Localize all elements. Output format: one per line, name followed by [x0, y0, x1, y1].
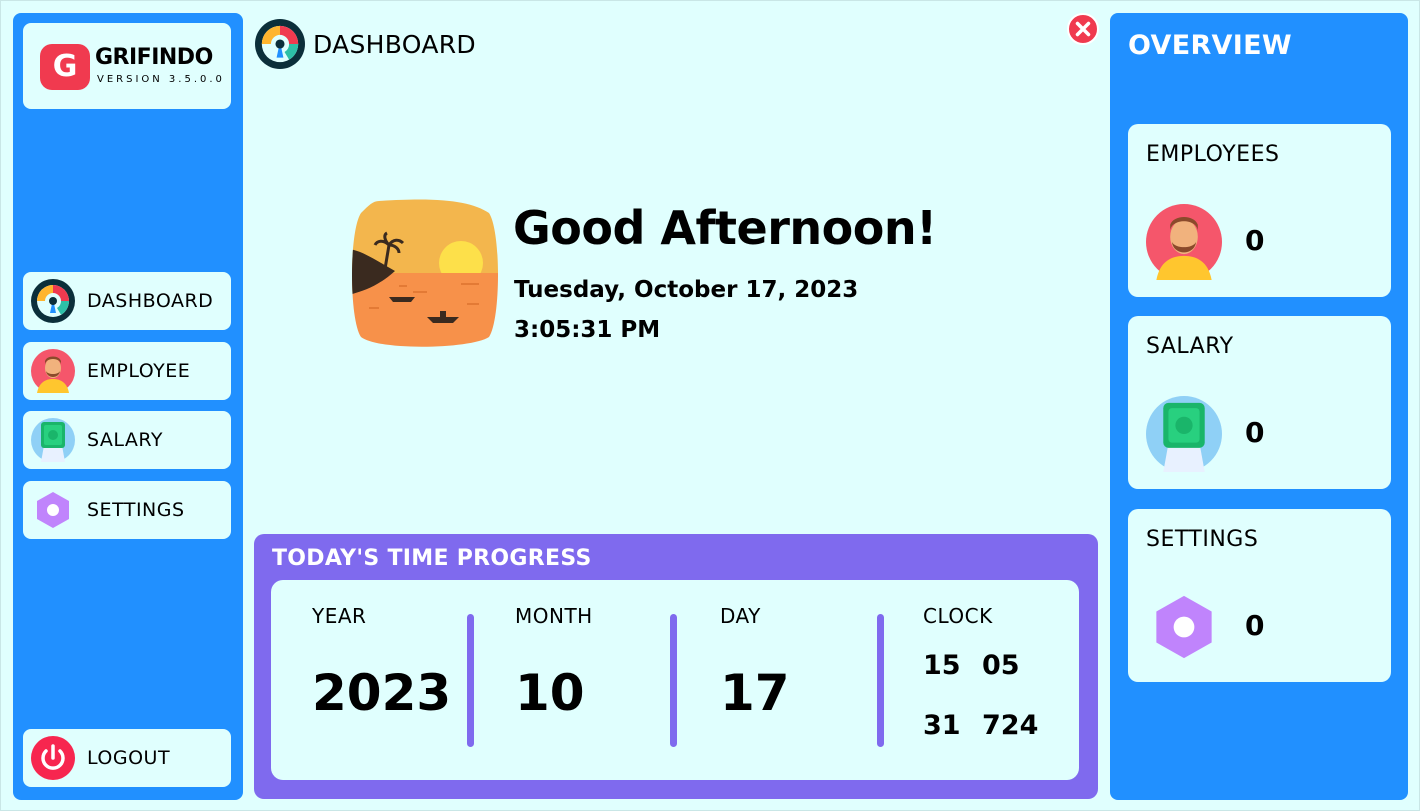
close-icon[interactable]: [1067, 13, 1099, 45]
clock-second: 31: [923, 710, 961, 741]
overview-card-title: SALARY: [1146, 334, 1234, 359]
greeting-message: Good Afternoon!: [513, 201, 937, 255]
employee-avatar-icon: [31, 349, 75, 393]
clock-hour: 15: [923, 650, 961, 681]
sidebar-item-dashboard[interactable]: DASHBOARD: [23, 272, 231, 330]
sidebar: G GRIFINDO VERSION 3.5.0.0 DASHBOARD EMP…: [13, 13, 243, 800]
overview-card-count: 0: [1245, 609, 1265, 642]
sunset-beach-icon: [352, 199, 498, 347]
overview-card-settings: SETTINGS 0: [1128, 509, 1391, 682]
sidebar-item-label: SALARY: [87, 429, 164, 451]
app-version: VERSION 3.5.0.0: [97, 74, 225, 85]
time-progress-title: TODAY'S TIME PROGRESS: [272, 546, 592, 571]
overview-card-title: EMPLOYEES: [1146, 142, 1280, 167]
power-icon: [31, 736, 75, 780]
sidebar-item-label: EMPLOYEE: [87, 360, 191, 382]
sidebar-item-label: SETTINGS: [87, 499, 185, 521]
year-label: YEAR: [312, 604, 367, 628]
day-value: 17: [720, 664, 790, 722]
page-title: DASHBOARD: [313, 30, 476, 59]
overview-card-employees: EMPLOYEES 0: [1128, 124, 1391, 297]
year-value: 2023: [312, 664, 452, 722]
overview-card-count: 0: [1245, 224, 1265, 257]
time-progress-panel: TODAY'S TIME PROGRESS YEAR 2023 MONTH 10…: [254, 534, 1098, 799]
salary-money-icon: [1146, 396, 1222, 472]
sidebar-item-salary[interactable]: SALARY: [23, 411, 231, 469]
sidebar-item-employee[interactable]: EMPLOYEE: [23, 342, 231, 400]
time-progress-content: YEAR 2023 MONTH 10 DAY 17 CLOCK 15 05 31…: [271, 580, 1079, 780]
clock-label: CLOCK: [923, 604, 993, 628]
month-value: 10: [515, 664, 585, 722]
overview-card-title: SETTINGS: [1146, 527, 1259, 552]
sidebar-item-settings[interactable]: SETTINGS: [23, 481, 231, 539]
overview-panel: OVERVIEW EMPLOYEES 0 SALARY 0 SETTINGS 0: [1110, 13, 1408, 800]
current-date: Tuesday, October 17, 2023: [514, 277, 859, 303]
dashboard-gauge-icon: [31, 279, 75, 323]
app-window: G GRIFINDO VERSION 3.5.0.0 DASHBOARD EMP…: [0, 0, 1420, 811]
employee-avatar-icon: [1146, 204, 1222, 280]
column-divider: [467, 614, 474, 747]
sidebar-item-label: DASHBOARD: [87, 290, 214, 312]
column-divider: [670, 614, 677, 747]
dashboard-gauge-icon: [255, 19, 305, 69]
settings-hexagon-icon: [37, 492, 69, 528]
clock-minute: 05: [982, 650, 1020, 681]
overview-card-count: 0: [1245, 416, 1265, 449]
overview-title: OVERVIEW: [1128, 30, 1292, 61]
logout-label: LOGOUT: [87, 747, 171, 769]
settings-hexagon-icon: [1156, 595, 1212, 659]
overview-card-salary: SALARY 0: [1128, 316, 1391, 489]
logo-icon: G: [40, 44, 90, 90]
month-label: MONTH: [515, 604, 593, 628]
app-name: GRIFINDO: [95, 45, 213, 70]
salary-money-icon: [31, 418, 75, 462]
logo-card: G GRIFINDO VERSION 3.5.0.0: [23, 23, 231, 109]
logout-button[interactable]: LOGOUT: [23, 729, 231, 787]
clock-millisecond: 724: [982, 710, 1039, 741]
column-divider: [877, 614, 884, 747]
day-label: DAY: [720, 604, 761, 628]
current-time: 3:05:31 PM: [514, 317, 661, 343]
